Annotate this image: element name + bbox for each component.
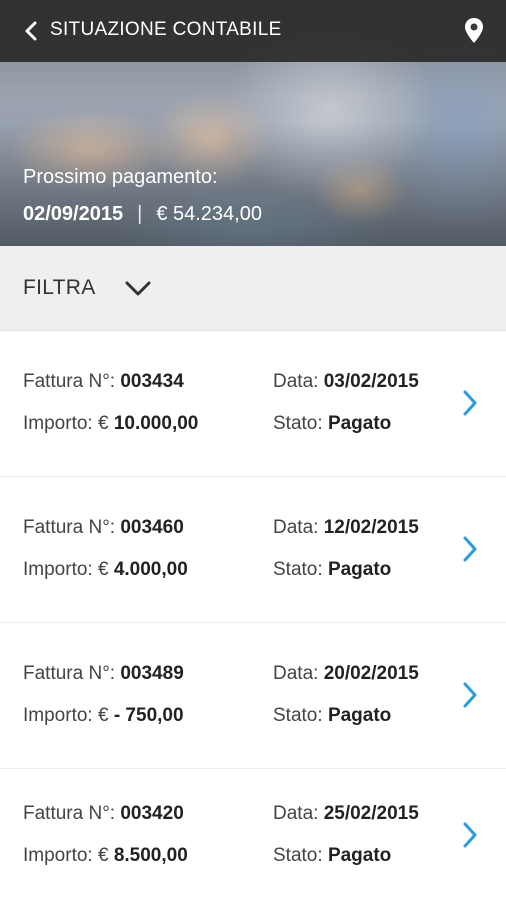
invoice-date: 25/02/2015: [323, 803, 419, 824]
chevron-left-icon: [25, 21, 37, 41]
invoice-amount-cell: Importo: € - 750,00: [23, 705, 184, 727]
invoice-list: Fattura N°: 003434 Importo: € 10.000,00 …: [0, 331, 506, 900]
invoice-amount: 10.000,00: [113, 413, 199, 434]
invoice-date: 12/02/2015: [323, 517, 419, 538]
invoice-amount-label: Importo: €: [23, 845, 109, 866]
filter-toggle[interactable]: FILTRA: [0, 246, 506, 331]
invoice-number-label: Fattura N°:: [23, 663, 116, 684]
invoice-amount: 8.500,00: [113, 845, 188, 866]
invoice-amount-cell: Importo: € 10.000,00: [23, 413, 198, 435]
invoice-number-cell: Fattura N°: 003460: [23, 517, 184, 539]
invoice-date-cell: Data: 12/02/2015: [273, 517, 419, 539]
invoice-number-cell: Fattura N°: 003489: [23, 663, 184, 685]
invoice-number: 003489: [120, 663, 184, 684]
invoice-number: 003460: [120, 517, 184, 538]
invoice-status-label: Stato:: [273, 413, 323, 434]
invoice-status: Pagato: [327, 845, 392, 866]
invoice-number-label: Fattura N°:: [23, 517, 116, 538]
invoice-status-label: Stato:: [273, 845, 323, 866]
invoice-number-label: Fattura N°:: [23, 803, 116, 824]
invoice-number: 003420: [120, 803, 184, 824]
invoice-date-label: Data:: [273, 517, 319, 538]
invoice-number: 003434: [120, 371, 184, 392]
invoice-amount-cell: Importo: € 8.500,00: [23, 845, 188, 867]
chevron-right-icon[interactable]: [460, 534, 480, 564]
invoice-number-label: Fattura N°:: [23, 371, 116, 392]
invoice-row[interactable]: Fattura N°: 003434 Importo: € 10.000,00 …: [0, 331, 506, 477]
invoice-date-label: Data:: [273, 803, 319, 824]
invoice-date-cell: Data: 25/02/2015: [273, 803, 419, 825]
map-pin-icon: [465, 18, 483, 43]
location-button[interactable]: [462, 17, 486, 45]
separator: |: [137, 203, 143, 225]
back-button[interactable]: [20, 19, 42, 43]
invoice-date: 03/02/2015: [323, 371, 419, 392]
invoice-amount-cell: Importo: € 4.000,00: [23, 559, 188, 581]
filter-label: FILTRA: [23, 276, 96, 299]
invoice-amount: 4.000,00: [113, 559, 188, 580]
invoice-date-cell: Data: 03/02/2015: [273, 371, 419, 393]
invoice-date: 20/02/2015: [323, 663, 419, 684]
chevron-down-icon[interactable]: [124, 278, 152, 298]
invoice-status-cell: Stato: Pagato: [273, 559, 391, 581]
invoice-date-label: Data:: [273, 663, 319, 684]
invoice-row[interactable]: Fattura N°: 003460 Importo: € 4.000,00 D…: [0, 477, 506, 623]
invoice-status-label: Stato:: [273, 559, 323, 580]
page-title: SITUAZIONE CONTABILE: [50, 19, 282, 40]
invoice-amount-label: Importo: €: [23, 705, 109, 726]
invoice-row[interactable]: Fattura N°: 003420 Importo: € 8.500,00 D…: [0, 769, 506, 900]
invoice-number-cell: Fattura N°: 003420: [23, 803, 184, 825]
next-payment-amount: € 54.234,00: [156, 203, 262, 225]
invoice-number-cell: Fattura N°: 003434: [23, 371, 184, 393]
invoice-amount-label: Importo: €: [23, 413, 109, 434]
next-payment-date: 02/09/2015: [23, 203, 124, 225]
invoice-status: Pagato: [327, 413, 392, 434]
header-banner: SITUAZIONE CONTABILE Prossimo pagamento:…: [0, 0, 506, 246]
invoice-status-cell: Stato: Pagato: [273, 845, 391, 867]
invoice-status-cell: Stato: Pagato: [273, 413, 391, 435]
invoice-amount: - 750,00: [113, 705, 184, 726]
invoice-status-cell: Stato: Pagato: [273, 705, 391, 727]
chevron-right-icon[interactable]: [460, 820, 480, 850]
chevron-right-icon[interactable]: [460, 388, 480, 418]
invoice-status: Pagato: [327, 705, 392, 726]
top-app-bar: SITUAZIONE CONTABILE: [0, 0, 506, 62]
invoice-date-cell: Data: 20/02/2015: [273, 663, 419, 685]
invoice-row[interactable]: Fattura N°: 003489 Importo: € - 750,00 D…: [0, 623, 506, 769]
invoice-date-label: Data:: [273, 371, 319, 392]
invoice-status: Pagato: [327, 559, 392, 580]
next-payment-label: Prossimo pagamento:: [23, 166, 218, 188]
next-payment-info: 02/09/2015 | € 54.234,00: [23, 203, 262, 226]
chevron-right-icon[interactable]: [460, 680, 480, 710]
invoice-amount-label: Importo: €: [23, 559, 109, 580]
invoice-status-label: Stato:: [273, 705, 323, 726]
